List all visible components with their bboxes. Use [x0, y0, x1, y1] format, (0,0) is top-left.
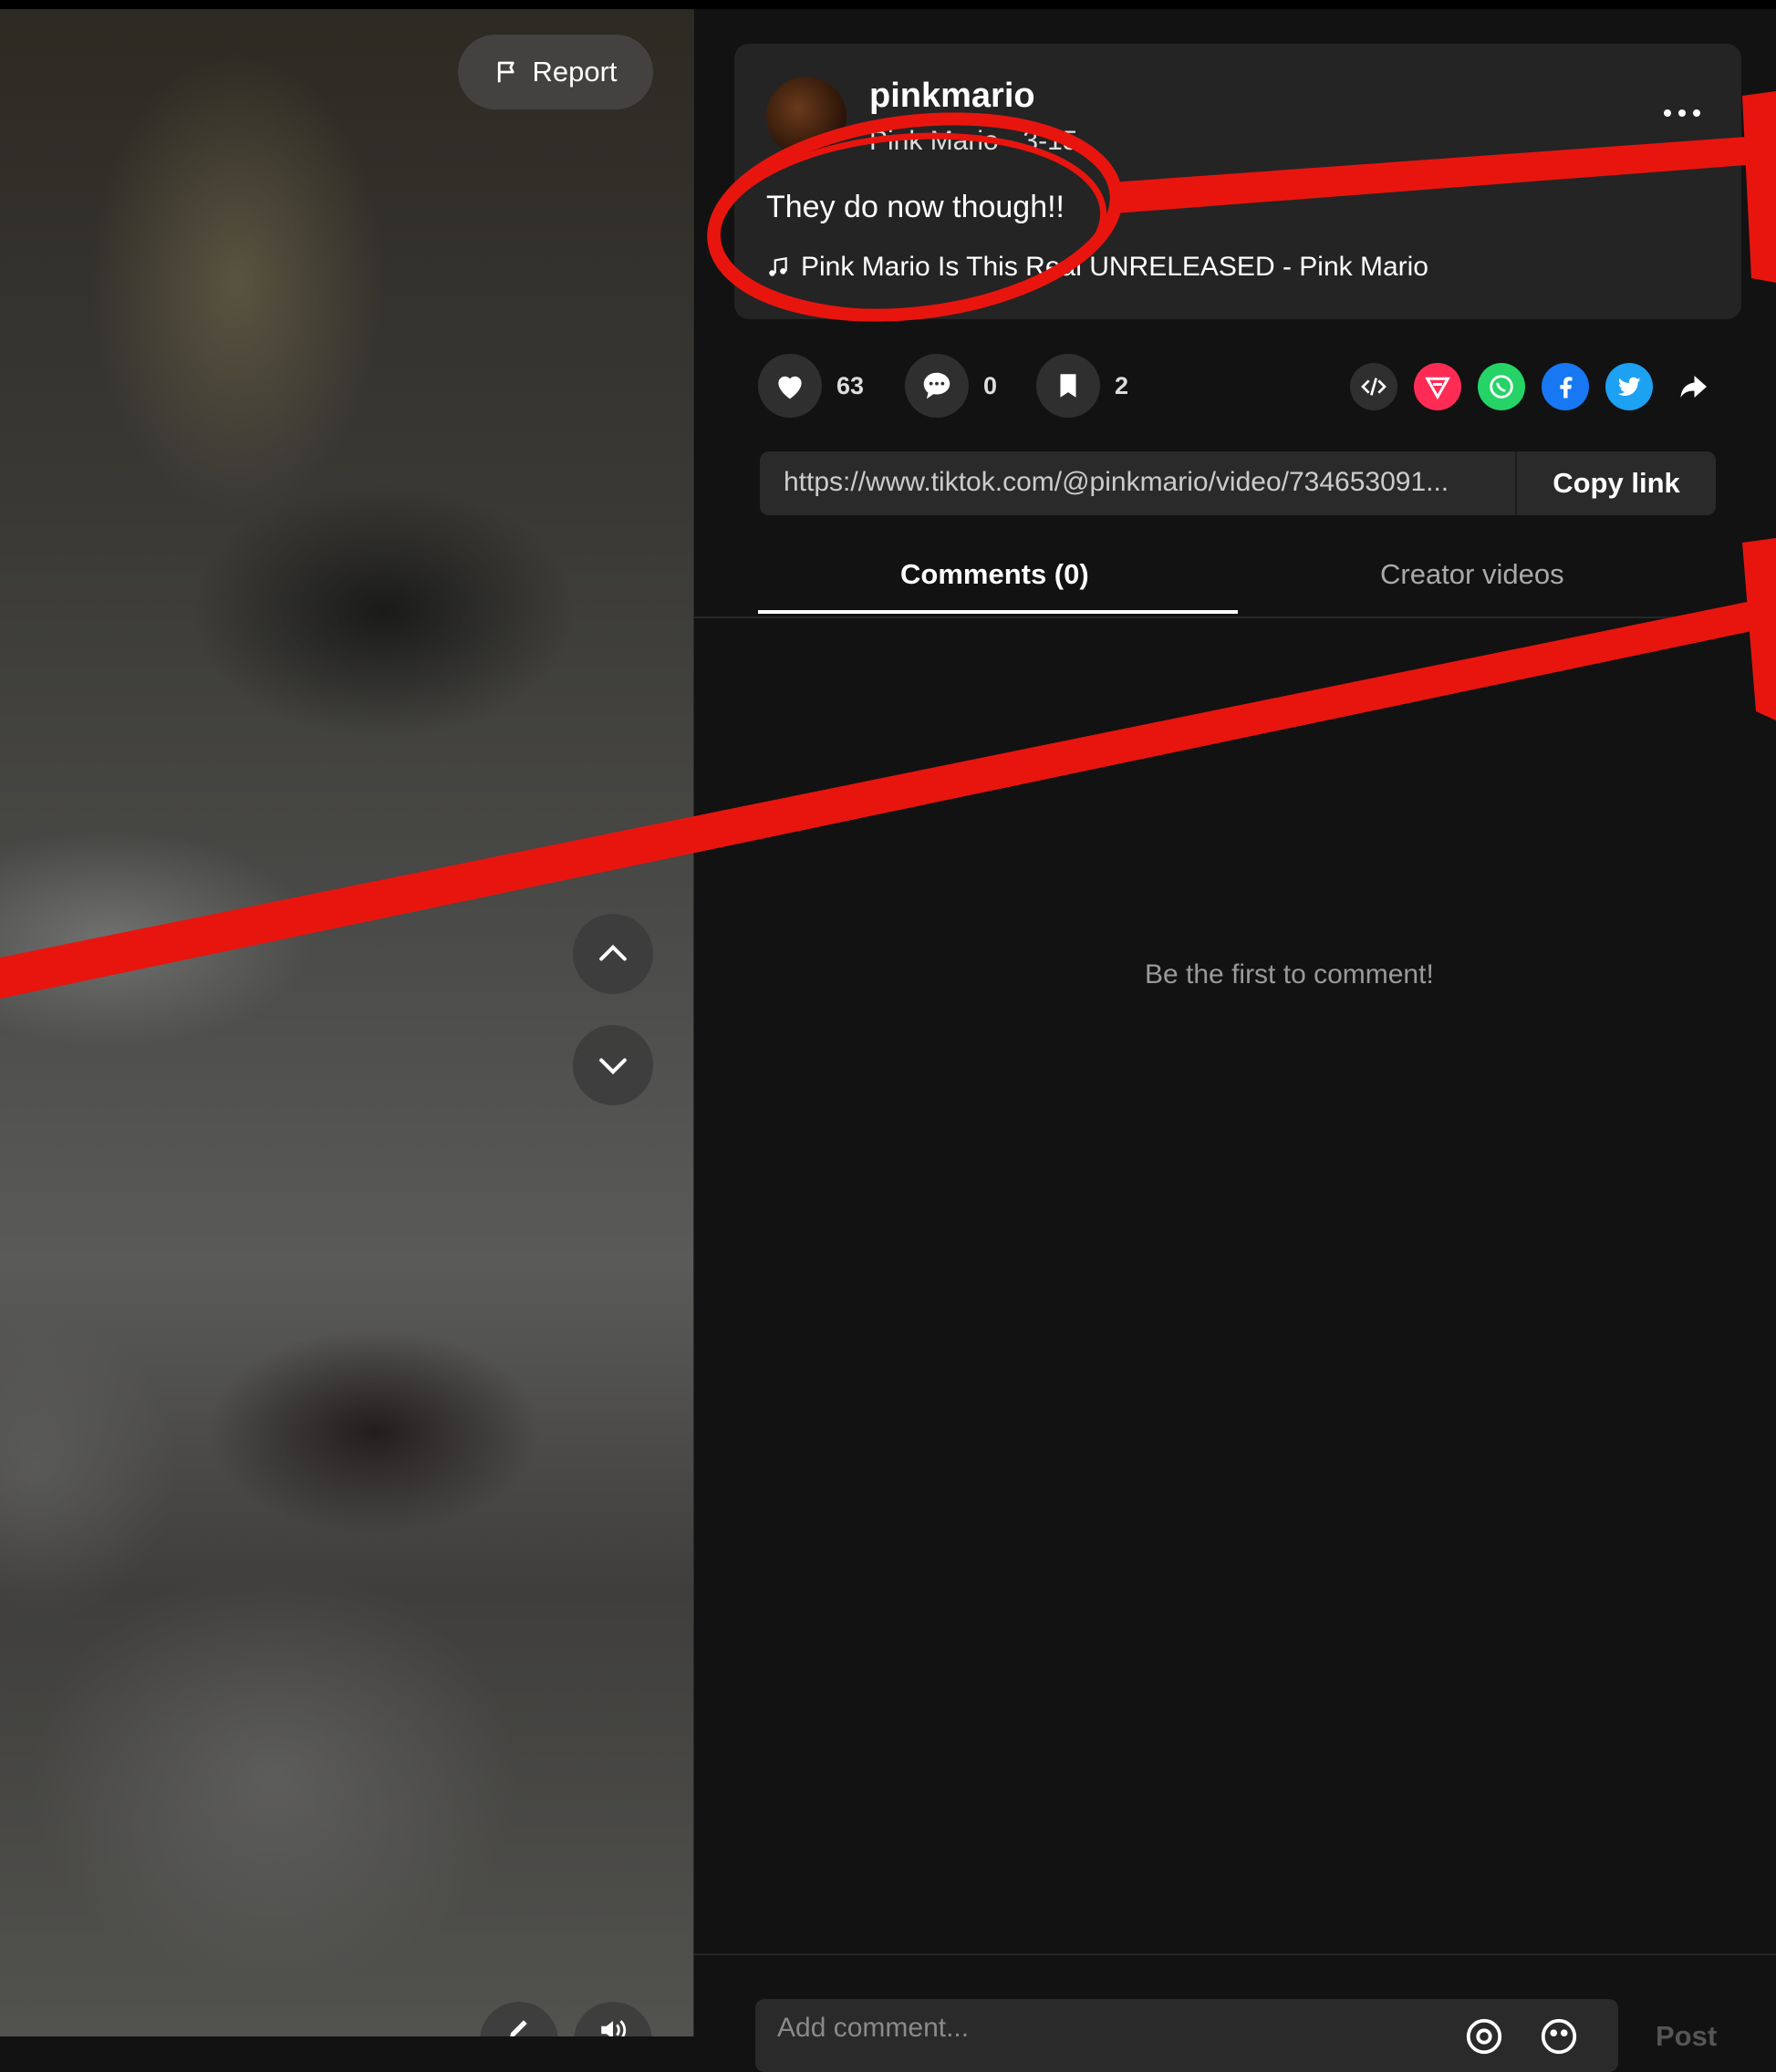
author-subline: Pink Mario · 3-15 — [869, 126, 1077, 157]
flag-icon — [498, 61, 515, 83]
copy-link-button[interactable]: Copy link — [1515, 451, 1716, 515]
video-link-url[interactable]: https://www.tiktok.com/@pinkmario/video/… — [784, 467, 1522, 498]
username[interactable]: pinkmario — [869, 77, 1035, 116]
music-link[interactable]: Pink Mario Is This Real UNRELEASED - Pin… — [766, 252, 1428, 283]
whatsapp-icon[interactable] — [1478, 363, 1525, 410]
chevron-up-icon — [599, 944, 627, 961]
tab-creator-videos[interactable]: Creator videos — [1380, 558, 1564, 591]
tab-comments[interactable]: Comments (0) — [900, 558, 1089, 591]
comment-bar-divider — [694, 1953, 1776, 1955]
empty-comments-message: Be the first to comment! — [1145, 959, 1434, 989]
bookmark-icon — [1036, 354, 1100, 418]
report-label: Report — [532, 56, 618, 88]
avatar[interactable] — [766, 77, 846, 157]
like-button[interactable]: 63 — [758, 354, 864, 418]
mention-icon[interactable] — [1463, 2015, 1505, 2057]
separator-dot: · — [1006, 126, 1023, 156]
embed-icon[interactable] — [1350, 363, 1397, 410]
video-player[interactable]: Report — [0, 9, 693, 2036]
comment-input[interactable] — [775, 2012, 1418, 2045]
comment-icon — [905, 354, 969, 418]
volume-button[interactable] — [574, 2002, 652, 2036]
more-options-icon[interactable] — [1664, 109, 1700, 117]
display-name: Pink Mario — [869, 126, 999, 156]
post-date: 3-15 — [1023, 126, 1078, 156]
floating-player-button[interactable] — [480, 2002, 558, 2036]
active-tab-indicator — [758, 610, 1238, 614]
previous-video-button[interactable] — [573, 914, 653, 994]
comment-button[interactable]: 0 — [905, 354, 997, 418]
music-note-icon — [769, 256, 787, 276]
facebook-icon[interactable] — [1542, 363, 1589, 410]
post-caption: They do now though!! — [766, 190, 1065, 224]
top-bar — [0, 0, 1776, 9]
volume-icon — [601, 2020, 627, 2036]
comment-input-container — [755, 1999, 1618, 2072]
heart-icon — [758, 354, 822, 418]
pen-icon — [510, 2020, 527, 2036]
post-comment-button[interactable]: Post — [1656, 2020, 1717, 2053]
music-title: Pink Mario Is This Real UNRELEASED - Pin… — [801, 252, 1428, 282]
like-count: 63 — [836, 371, 865, 399]
save-button[interactable]: 2 — [1036, 354, 1128, 418]
chevron-down-icon — [599, 1058, 627, 1075]
send-to-friends-icon[interactable] — [1414, 363, 1461, 410]
twitter-icon[interactable] — [1605, 363, 1653, 410]
comment-count: 0 — [983, 371, 998, 399]
save-count: 2 — [1115, 371, 1129, 399]
report-button[interactable]: Report — [458, 35, 653, 109]
tabs-divider — [694, 616, 1776, 618]
emoji-icon[interactable] — [1538, 2015, 1580, 2057]
share-arrow-icon[interactable] — [1669, 363, 1717, 410]
next-video-button[interactable] — [573, 1025, 653, 1105]
video-link-box: https://www.tiktok.com/@pinkmario/video/… — [760, 451, 1716, 515]
